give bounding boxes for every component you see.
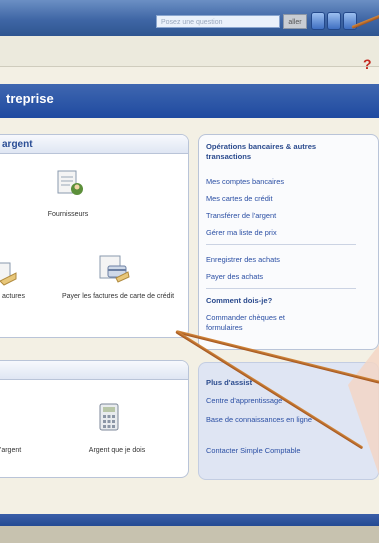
pay-credit-card-label[interactable]: Payer les factures de carte de crédit [54,292,182,301]
search-input[interactable]: Posez une question [156,15,280,28]
invoice-icon[interactable] [0,255,20,289]
credit-card-bill-icon[interactable] [96,250,130,284]
footer [0,526,379,543]
link-knowledge-base[interactable]: Base de connaissances en ligne [206,415,316,425]
money-panel-title: argent [2,139,33,150]
callout-wedge [348,345,379,475]
invoice-label[interactable]: actures [2,292,34,301]
more-help-heading: Plus d'assist [206,378,253,387]
debt-panel-header [0,361,188,380]
status-bar [0,514,379,526]
money-panel [0,134,189,338]
maximize-button[interactable] [327,12,341,30]
link-credit-cards[interactable]: Mes cartes de crédit [206,194,273,204]
calculator-icon[interactable] [92,400,126,434]
link-record-purchases[interactable]: Enregistrer des achats [206,255,280,265]
link-price-list[interactable]: Gérer ma liste de prix [206,228,277,238]
link-pay-purchases[interactable]: Payer des achats [206,272,263,282]
minimize-button[interactable] [311,12,325,30]
supplier-label[interactable]: Fournisseurs [30,210,106,219]
link-order-cheques[interactable]: Commander chèques et formulaires [206,313,316,333]
money-label[interactable]: 'argent [0,446,36,455]
link-learning-center[interactable]: Centre d'apprentissage [206,396,282,406]
banner-title: treprise [6,91,54,106]
link-transfer-money[interactable]: Transférer de l'argent [206,211,276,221]
separator [206,288,356,289]
toolbar [0,36,379,67]
debt-label[interactable]: Argent que je dois [72,446,162,455]
section-banner [0,84,379,118]
banking-heading: Opérations bancaires & autres transactio… [206,142,317,161]
link-bank-accounts[interactable]: Mes comptes bancaires [206,177,284,187]
supplier-icon[interactable] [52,165,86,199]
how-do-i-heading: Comment dois-je? [206,296,273,305]
separator [206,244,356,245]
search-go-button[interactable]: aller [283,14,307,29]
link-contact-support[interactable]: Contacter Simple Comptable [206,446,300,456]
help-icon[interactable]: ? [363,56,372,72]
